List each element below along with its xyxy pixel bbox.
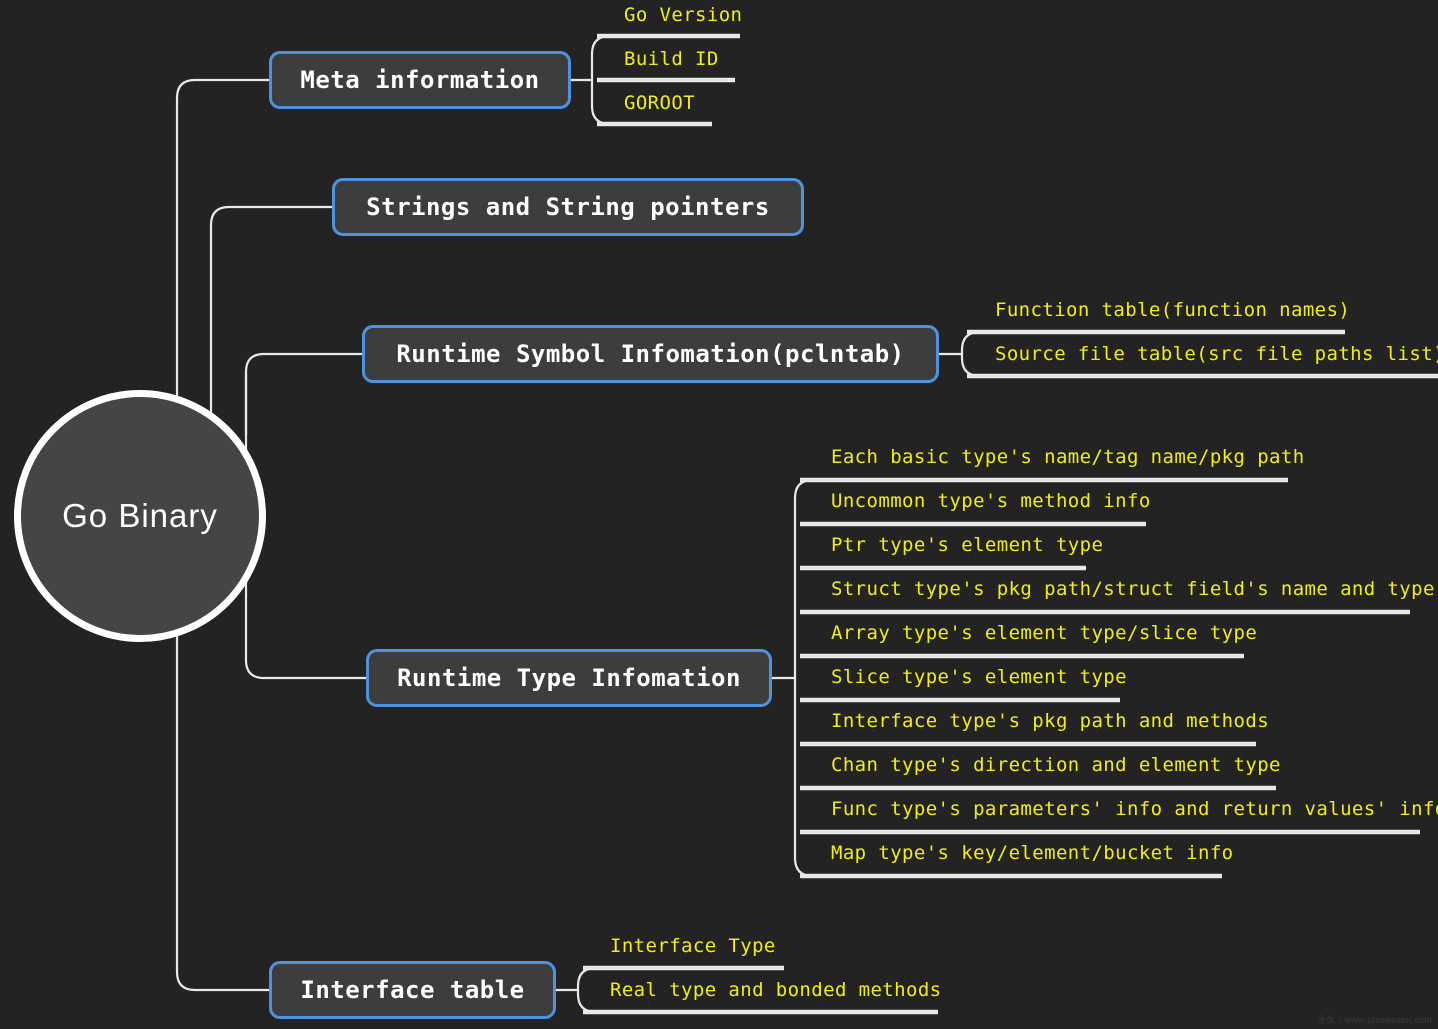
branch-node-runtime-type-information[interactable]: Runtime Type Infomation <box>366 649 772 707</box>
leaf-rtti-uncommon-type[interactable]: Uncommon type's method info <box>831 492 1151 511</box>
leaf-go-version[interactable]: Go Version <box>624 6 742 25</box>
leaf-rtti-map-type[interactable]: Map type's key/element/bucket info <box>831 844 1234 863</box>
leaf-rtti-slice-type[interactable]: Slice type's element type <box>831 668 1127 687</box>
leaf-rtti-chan-type[interactable]: Chan type's direction and element type <box>831 756 1281 775</box>
mindmap-canvas: Go Binary Meta information Strings and S… <box>0 0 1438 1029</box>
branch-label: Strings and String pointers <box>366 193 770 221</box>
branch-node-runtime-symbol-information[interactable]: Runtime Symbol Infomation(pclntab) <box>362 325 939 383</box>
leaf-rtti-struct-type[interactable]: Struct type's pkg path/struct field's na… <box>831 580 1435 599</box>
leaf-rtti-func-type[interactable]: Func type's parameters' info and return … <box>831 800 1438 819</box>
branch-node-meta-information[interactable]: Meta information <box>269 51 571 109</box>
branch-label: Meta information <box>300 66 539 94</box>
branch-label: Runtime Type Infomation <box>397 664 741 692</box>
leaf-build-id[interactable]: Build ID <box>624 50 719 69</box>
leaf-real-type-and-bonded-methods[interactable]: Real type and bonded methods <box>610 981 942 1000</box>
root-node-label: Go Binary <box>62 497 218 535</box>
branch-label: Interface table <box>300 976 524 1004</box>
branch-node-strings-and-string-pointers[interactable]: Strings and String pointers <box>332 178 804 236</box>
branch-node-interface-table[interactable]: Interface table <box>269 961 556 1019</box>
leaf-rtti-interface-type[interactable]: Interface type's pkg path and methods <box>831 712 1269 731</box>
leaf-interface-type[interactable]: Interface Type <box>610 937 776 956</box>
leaf-rtti-basic-type[interactable]: Each basic type's name/tag name/pkg path <box>831 448 1305 467</box>
branch-label: Runtime Symbol Infomation(pclntab) <box>396 340 904 368</box>
leaf-rtti-array-type[interactable]: Array type's element type/slice type <box>831 624 1257 643</box>
root-node-go-binary[interactable]: Go Binary <box>14 390 266 642</box>
leaf-function-table[interactable]: Function table(function names) <box>995 301 1350 320</box>
leaf-source-file-table[interactable]: Source file table(src file paths list) <box>995 345 1438 364</box>
watermark: 永久 / www.processon.com <box>1317 1013 1432 1026</box>
leaf-goroot[interactable]: GOROOT <box>624 94 695 113</box>
leaf-rtti-ptr-type[interactable]: Ptr type's element type <box>831 536 1103 555</box>
